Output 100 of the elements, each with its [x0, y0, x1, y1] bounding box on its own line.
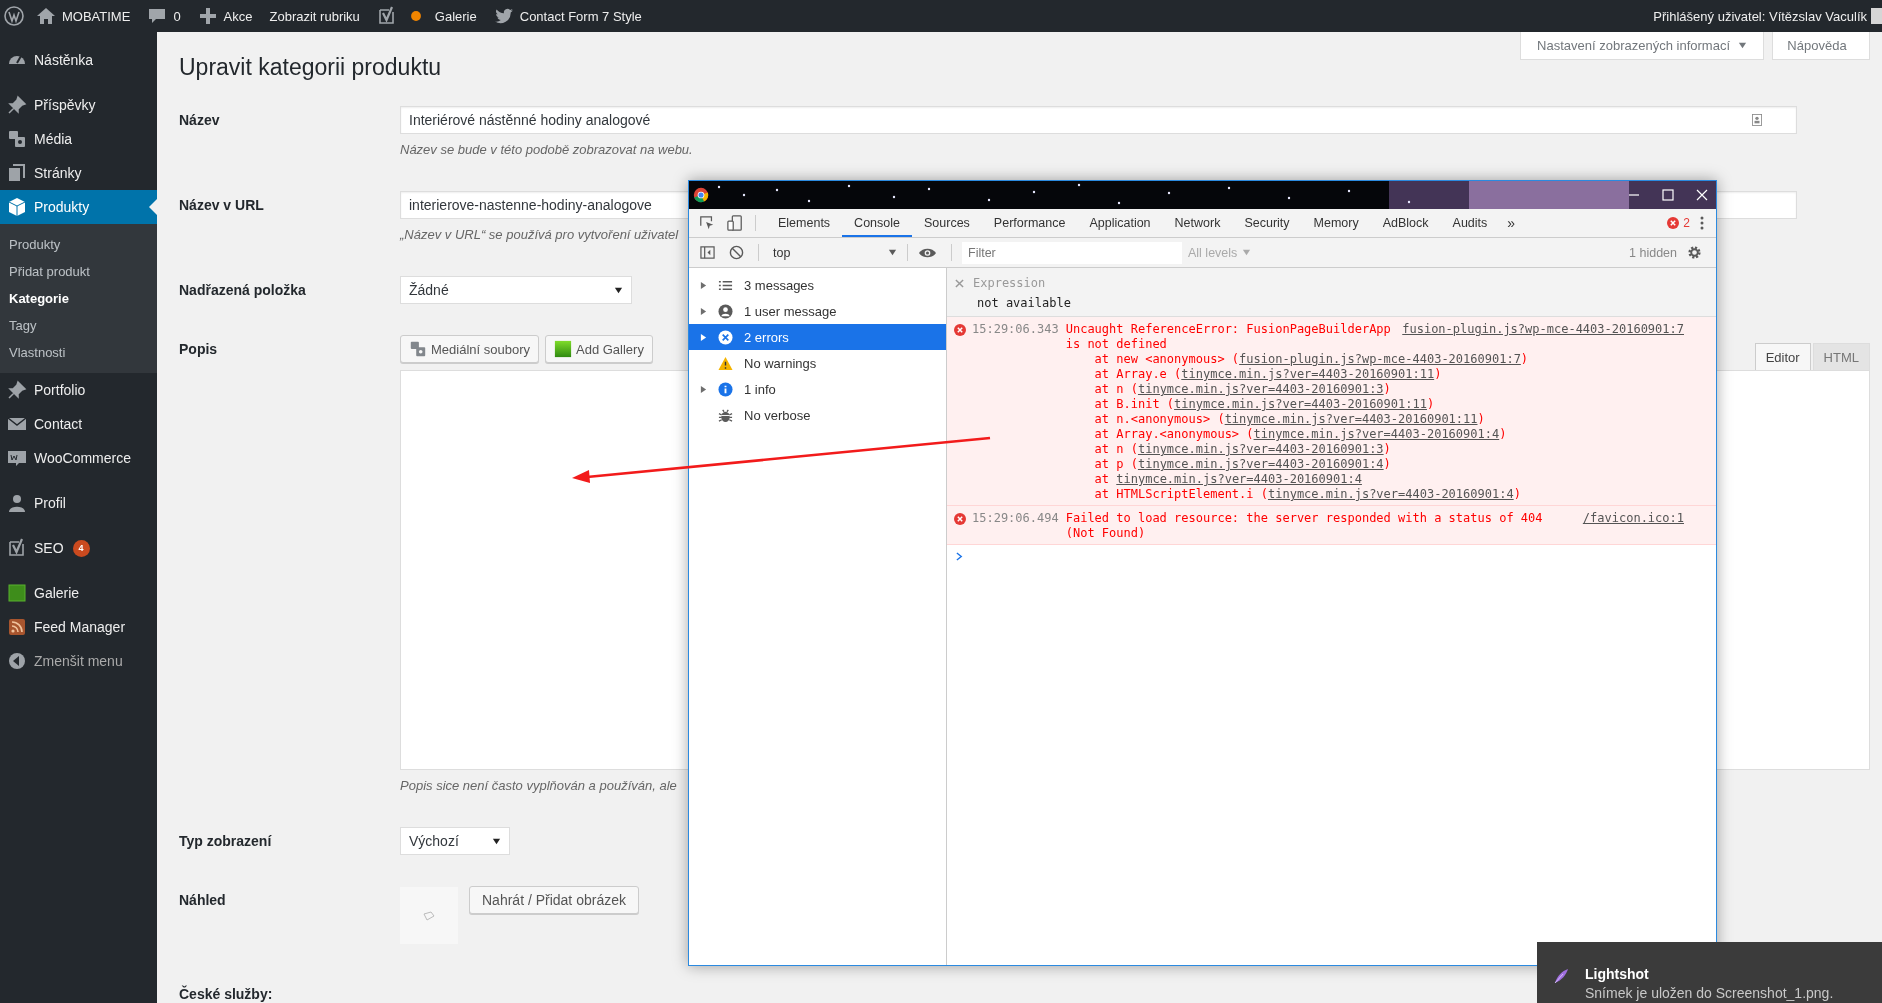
person-icon [7, 493, 27, 513]
devtools-tab[interactable]: Network [1162, 209, 1233, 237]
submenu-item[interactable]: Produkty [0, 231, 157, 258]
rss-icon [7, 617, 27, 637]
home-icon [36, 6, 56, 26]
menu-item[interactable]: SEO 4 [0, 531, 157, 565]
bird-icon [493, 6, 514, 26]
dropdown[interactable]: Žádné [400, 276, 632, 304]
devtools-tab[interactable]: Audits [1440, 209, 1500, 237]
warning-icon [718, 355, 733, 371]
console-filter-item[interactable]: 3 messages [689, 272, 946, 298]
console-filter-item[interactable]: 2 errors [689, 324, 946, 350]
source-link[interactable]: tinymce.min.js?ver=4403-20160901:11 [1174, 397, 1427, 411]
filter-label: 2 errors [744, 329, 789, 345]
expression-label: Expression [973, 276, 1046, 290]
autofill-icon [1752, 114, 1762, 126]
menu-item[interactable]: Contact [0, 407, 157, 441]
pushpin-icon [7, 95, 27, 115]
error-count-button[interactable]: 2 [1657, 209, 1700, 237]
devtools-tab[interactable]: Memory [1301, 209, 1371, 237]
console-filter-item[interactable]: 1 user message [689, 298, 946, 324]
submenu-item[interactable]: Kategorie [0, 285, 157, 312]
devtools-tab[interactable]: Elements [766, 209, 843, 237]
editor-tab[interactable]: Editor [1754, 343, 1811, 370]
collapse-menu-button[interactable]: Zmenšit menu [0, 644, 157, 678]
source-link[interactable]: tinymce.min.js?ver=4403-20160901:3 [1137, 382, 1384, 396]
dropdown[interactable]: Výchozí [400, 827, 510, 855]
comments-link[interactable]: 0 [147, 6, 181, 26]
toolbar-link[interactable]: Galerie [434, 8, 477, 24]
toolbar-link[interactable]: Contact Form 7 Style [493, 6, 642, 26]
new-content-link[interactable]: Akce [197, 6, 253, 26]
caret-icon [1242, 248, 1252, 257]
clear-icon[interactable] [729, 245, 744, 260]
source-link[interactable]: tinymce.min.js?ver=4403-20160901:4 [1137, 457, 1384, 471]
submenu-item[interactable]: Tagy [0, 312, 157, 339]
menu-item[interactable]: Stránky [0, 156, 157, 190]
submenu-item[interactable]: Přidat produkt [0, 258, 157, 285]
source-link[interactable]: tinymce.min.js?ver=4403-20160901:4 [1253, 427, 1500, 441]
stack-trace-line: at tinymce.min.js?ver=4403-20160901:4 [1093, 472, 1363, 487]
media-icon [7, 129, 27, 149]
editor-tab[interactable]: HTML [1812, 343, 1870, 370]
source-link[interactable]: fusion-plugin.js?wp-mce-4403-20160901:7 [1239, 352, 1521, 366]
menu-item[interactable]: Příspěvky [0, 88, 157, 122]
account-link[interactable]: Přihlášený uživatel: Vítězslav Vaculík [1653, 8, 1867, 24]
more-tabs-button[interactable]: » [1499, 209, 1524, 237]
source-link[interactable]: tinymce.min.js?ver=4403-20160901:11 [1181, 367, 1435, 381]
notification-dot-icon[interactable] [408, 9, 423, 23]
error-text: Failed to load resource: the server responded with a status of 404 (Not Found) [1065, 511, 1544, 541]
menu-item[interactable]: Produkty [0, 190, 157, 224]
site-name-link[interactable]: MOBATIME [36, 6, 131, 26]
source-link[interactable]: tinymce.min.js?ver=4403-20160901:11 [1224, 412, 1478, 426]
devtools-tab[interactable]: Application [1077, 209, 1163, 237]
devtools-tab[interactable]: Sources [912, 209, 982, 237]
kebab-menu-icon[interactable] [1700, 216, 1704, 230]
eye-icon[interactable] [918, 246, 937, 259]
source-link[interactable]: tinymce.min.js?ver=4403-20160901:4 [1116, 472, 1362, 486]
square-icon [554, 340, 572, 358]
add-media-button[interactable]: Mediální soubory [400, 335, 539, 363]
devtools-tab[interactable]: AdBlock [1370, 209, 1441, 237]
menu-item[interactable]: Nástěnka [0, 43, 157, 77]
source-link[interactable]: tinymce.min.js?ver=4403-20160901:3 [1137, 442, 1384, 456]
source-link[interactable]: /favicon.ico:1 [1582, 511, 1684, 526]
sidebar-toggle-icon[interactable] [700, 245, 715, 260]
screen-options-tab[interactable]: Nápověda [1772, 32, 1870, 60]
person-icon [718, 303, 733, 319]
menu-item[interactable]: Galerie [0, 576, 157, 610]
inspect-icon[interactable] [699, 215, 715, 231]
text-field[interactable]: Interiérové nástěnné hodiny analogové [400, 106, 1797, 134]
prompt-chevron-icon[interactable] [956, 551, 963, 561]
device-icon[interactable] [727, 215, 743, 231]
wordpress-logo-icon[interactable] [4, 6, 24, 26]
expand-arrow-icon [700, 384, 707, 394]
expand-arrow-icon [700, 332, 707, 342]
filter-field[interactable]: Filter [962, 241, 1182, 264]
source-link[interactable]: fusion-plugin.js?wp-mce-4403-20160901:7 [1402, 322, 1684, 337]
devtools-tab[interactable]: Performance [981, 209, 1078, 237]
menu-item[interactable]: Portfolio [0, 373, 157, 407]
menu-item[interactable]: Profil [0, 486, 157, 520]
submenu-item[interactable]: Vlastnosti [0, 339, 157, 366]
menu-item[interactable]: WooCommerce [0, 441, 157, 475]
settings-icon[interactable] [1687, 245, 1702, 260]
context-dropdown[interactable]: top [769, 238, 907, 267]
console-filter-item[interactable]: No warnings [689, 350, 946, 376]
source-link[interactable]: tinymce.min.js?ver=4403-20160901:4 [1268, 487, 1514, 501]
menu-item[interactable]: Feed Manager [0, 610, 157, 644]
devtools-tab[interactable]: Security [1232, 209, 1302, 237]
screen-options-tab[interactable]: Nastavení zobrazených informací [1520, 32, 1764, 60]
add-gallery-button[interactable]: Add Gallery [545, 335, 653, 363]
maximize-icon[interactable] [1662, 189, 1674, 201]
hidden-count: 1 hidden [1629, 245, 1677, 260]
speech-bubble-icon [7, 448, 27, 468]
upload-image-button[interactable]: Nahrát / Přidat obrázek [469, 886, 639, 914]
stack-trace-line: at n (tinymce.min.js?ver=4403-20160901:3) [1093, 382, 1392, 397]
toolbar-link[interactable]: Zobrazit rubriku [269, 8, 360, 24]
console-filter-item[interactable]: 1 info [689, 376, 946, 402]
filter-label: 1 user message [744, 303, 837, 319]
caret-icon [492, 837, 501, 846]
console-filter-item[interactable]: No verbose [689, 402, 946, 428]
menu-item[interactable]: Média [0, 122, 157, 156]
feather-icon [1553, 968, 1569, 984]
